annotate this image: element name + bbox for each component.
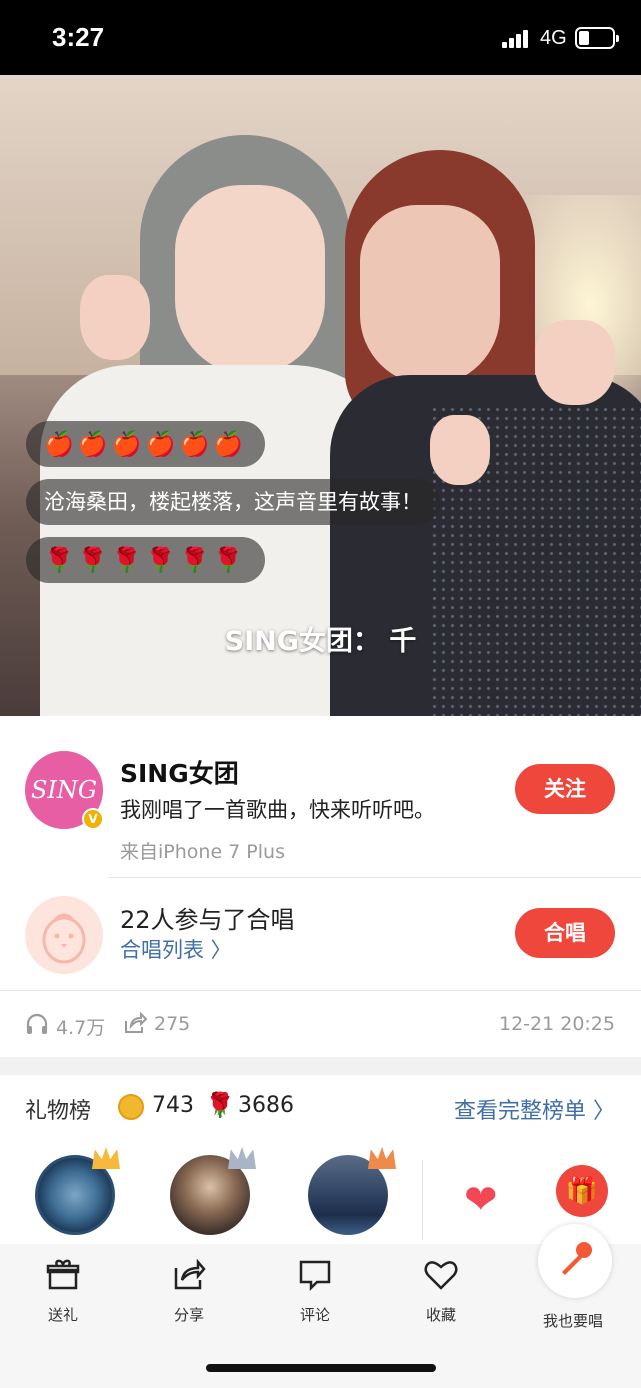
heart-icon [396,1258,486,1298]
comment-bubble: 🍎🍎🍎🍎🍎🍎 [26,421,266,467]
comment-bubble: 沧海桑田，楼起楼落，这声音里有故事！ [26,479,440,525]
status-time: 3:27 [52,22,105,52]
crown-silver-icon [228,1147,256,1169]
battery-icon [575,27,619,49]
heart-gift-icon[interactable]: ❤ [464,1177,498,1223]
stats-row: 4.7万 275 12-21 20:25 [0,991,641,1057]
tab-gift[interactable]: 送礼 [18,1258,108,1325]
tab-share[interactable]: 分享 [144,1258,234,1325]
author-name[interactable]: SING女团 [120,754,239,790]
video-player[interactable]: 🍎🍎🍎🍎🍎🍎 沧海桑田，楼起楼落，这声音里有故事！ 🌹🌹🌹🌹🌹🌹 SING女团：… [0,75,641,716]
network-type: 4G [540,27,567,49]
tab-favorite[interactable]: 收藏 [396,1258,486,1325]
chorus-button[interactable]: 合唱 [515,908,615,958]
rose-count: 3686 [238,1093,294,1118]
chorus-count: 22人参与了合唱 [120,906,295,934]
crown-gold-icon [92,1147,120,1169]
crown-bronze-icon [368,1147,396,1169]
author-section: SING V SING女团 我刚唱了一首歌曲，快来听听吧。 来自iPhone 7… [0,716,641,878]
gift-ranking-title: 礼物榜 [25,1099,92,1124]
share-count-icon [125,1012,147,1033]
bird-icon [42,913,86,964]
tab-sing[interactable]: 我也要唱 [528,1304,618,1331]
lyric-caption: SING女团： 千 [224,626,417,657]
follow-button[interactable]: 关注 [515,764,615,814]
coin-icon [118,1094,144,1120]
post-description: 我刚唱了一首歌曲，快来听听吧。 [120,798,435,822]
send-gift-icon[interactable]: 🎁 [556,1165,608,1217]
chorus-avatar [25,896,103,974]
tab-comment[interactable]: 评论 [270,1258,360,1325]
post-date: 12-21 20:25 [498,1013,615,1035]
verified-badge-icon: V [82,808,104,830]
share-icon [144,1258,234,1298]
rose-icon: 🌹 [205,1091,235,1119]
share-count: 275 [154,1013,191,1035]
chorus-section: 22人参与了合唱 合唱列表 〉 合唱 [0,878,641,990]
chorus-list-link[interactable]: 合唱列表 〉 [120,934,232,964]
sing-button[interactable] [538,1224,612,1298]
microphone-icon [562,1242,592,1275]
coin-count: 743 [152,1093,194,1118]
post-device: 来自iPhone 7 Plus [120,841,285,863]
home-indicator[interactable] [206,1364,436,1372]
signal-icon [502,30,534,48]
listen-count: 4.7万 [56,1017,106,1039]
headphones-icon [26,1013,48,1034]
comment-icon [270,1258,360,1298]
status-bar: 3:27 4G [0,0,641,75]
gift-icon [18,1258,108,1298]
bottom-action-bar: 送礼 分享 评论 收藏 我也要唱 [0,1224,641,1388]
full-ranking-link[interactable]: 查看完整榜单 〉 [454,1093,615,1125]
comment-bubble: 🌹🌹🌹🌹🌹🌹 [26,537,266,583]
